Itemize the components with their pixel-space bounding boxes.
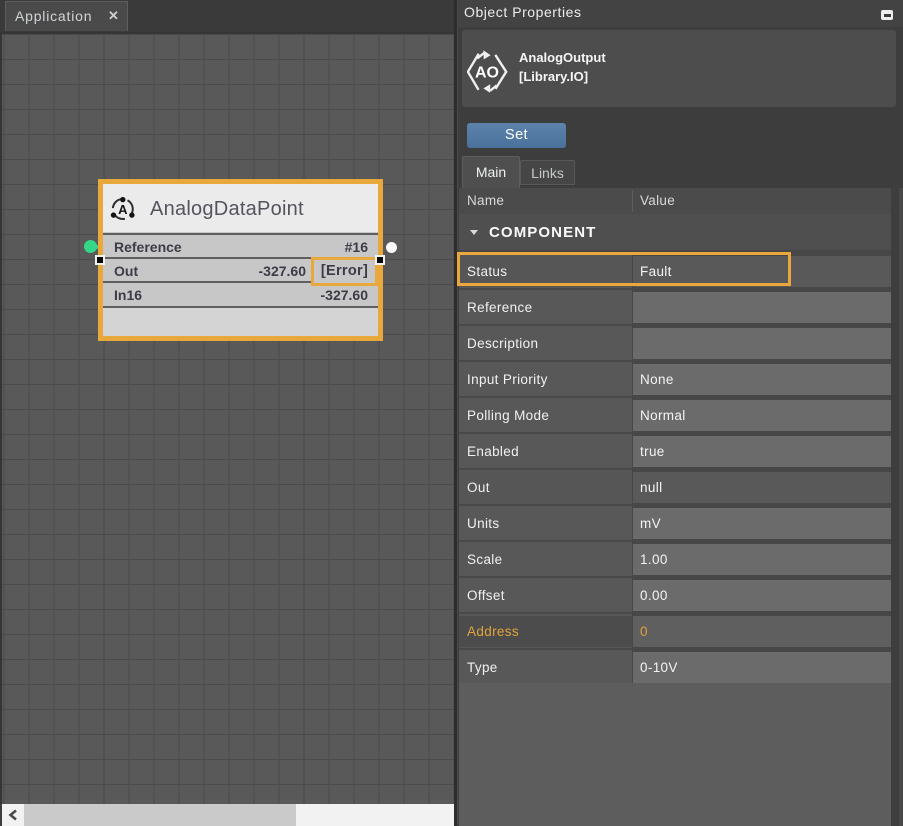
svg-text:A: A: [118, 202, 128, 217]
svg-text:AO: AO: [475, 65, 499, 82]
